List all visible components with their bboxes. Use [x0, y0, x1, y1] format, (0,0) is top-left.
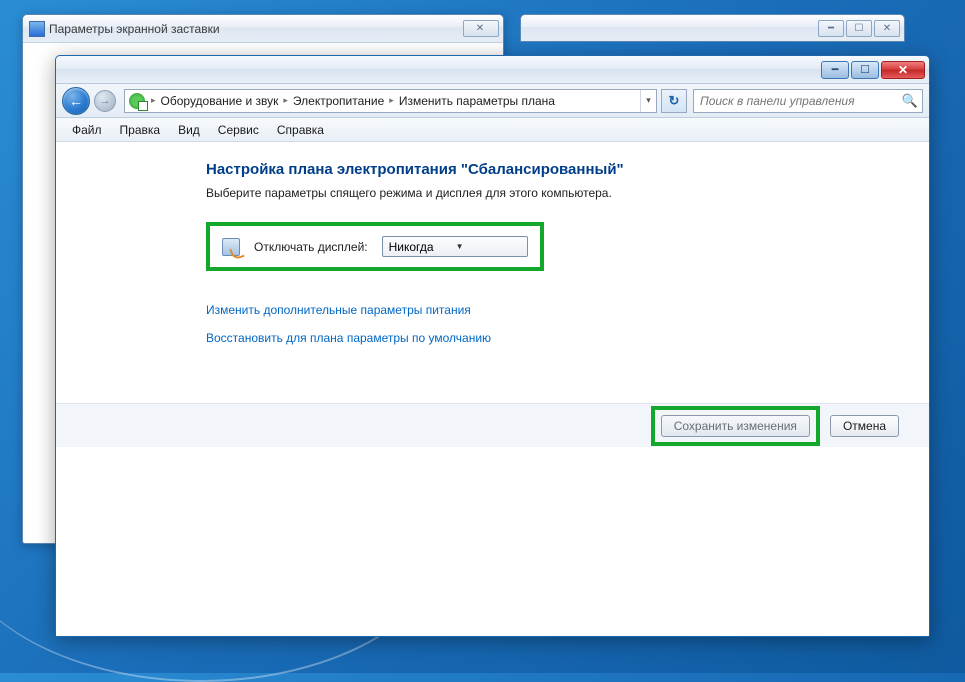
bg-window-title: Параметры экранной заставки	[49, 22, 463, 36]
back-button[interactable]: ←	[62, 87, 90, 115]
link-advanced-power-settings[interactable]: Изменить дополнительные параметры питани…	[206, 303, 889, 317]
menu-bar: Файл Правка Вид Сервис Справка	[56, 118, 929, 142]
menu-edit[interactable]: Правка	[112, 121, 169, 139]
screensaver-icon	[29, 21, 45, 37]
arrow-right-icon: →	[100, 95, 111, 107]
control-panel-icon	[129, 93, 145, 109]
minimize-button[interactable]: ━	[821, 61, 849, 79]
menu-view[interactable]: Вид	[170, 121, 208, 139]
page-title: Настройка плана электропитания "Сбаланси…	[206, 161, 889, 178]
forward-button[interactable]: →	[94, 90, 116, 112]
link-restore-defaults[interactable]: Восстановить для плана параметры по умол…	[206, 331, 889, 345]
footer-button-bar: Сохранить изменения Отмена	[56, 403, 929, 447]
cancel-button[interactable]: Отмена	[830, 415, 899, 437]
breadcrumb-edit-plan[interactable]: Изменить параметры плана	[396, 94, 558, 108]
search-input[interactable]	[698, 93, 902, 109]
display-timeout-icon	[222, 238, 240, 256]
chevron-down-icon: ▼	[456, 242, 523, 251]
window-caption-bar[interactable]: ━ ☐ ✕	[56, 56, 929, 84]
bg-titlebar[interactable]: Параметры экранной заставки ✕	[23, 15, 503, 43]
breadcrumb-hardware-sound[interactable]: Оборудование и звук	[158, 94, 282, 108]
arrow-left-icon: ←	[69, 93, 83, 109]
turn-off-display-combo[interactable]: Никогда ▼	[382, 236, 528, 257]
background-parent-window-caption: ━ ☐ ✕	[520, 14, 905, 42]
power-plan-settings-window: ━ ☐ ✕ ← → ▸ Оборудование и звук ▸ Электр…	[55, 55, 930, 637]
menu-service[interactable]: Сервис	[210, 121, 267, 139]
content-area: Настройка плана электропитания "Сбаланси…	[56, 143, 929, 636]
turn-off-display-label: Отключать дисплей:	[254, 240, 368, 254]
bg-minimize-button[interactable]: ━	[818, 20, 844, 37]
close-button[interactable]: ✕	[881, 61, 925, 79]
search-icon[interactable]: 🔍	[902, 93, 918, 109]
breadcrumb-power-options[interactable]: Электропитание	[290, 94, 387, 108]
search-box[interactable]: 🔍	[693, 89, 923, 113]
address-bar[interactable]: ▸ Оборудование и звук ▸ Электропитание ▸…	[124, 89, 657, 113]
separator-icon: ▸	[387, 95, 396, 106]
refresh-button[interactable]: ↻	[661, 89, 687, 113]
page-subtitle: Выберите параметры спящего режима и дисп…	[206, 186, 889, 200]
separator-icon: ▸	[149, 95, 158, 106]
bg-maximize-button[interactable]: ☐	[846, 20, 872, 37]
refresh-icon: ↻	[669, 93, 680, 109]
separator-icon: ▸	[281, 95, 290, 106]
save-button[interactable]: Сохранить изменения	[661, 415, 810, 437]
address-dropdown-button[interactable]: ▾	[640, 90, 656, 112]
menu-file[interactable]: Файл	[64, 121, 110, 139]
highlight-display-setting: Отключать дисплей: Никогда ▼	[206, 222, 544, 271]
bg-close-button[interactable]: ✕	[463, 20, 499, 37]
navigation-bar: ← → ▸ Оборудование и звук ▸ Электропитан…	[56, 84, 929, 118]
bg-close-x-button[interactable]: ✕	[874, 20, 900, 37]
combo-selected-value: Никогда	[389, 240, 456, 254]
menu-help[interactable]: Справка	[269, 121, 332, 139]
highlight-save-button: Сохранить изменения	[651, 406, 820, 446]
maximize-button[interactable]: ☐	[851, 61, 879, 79]
